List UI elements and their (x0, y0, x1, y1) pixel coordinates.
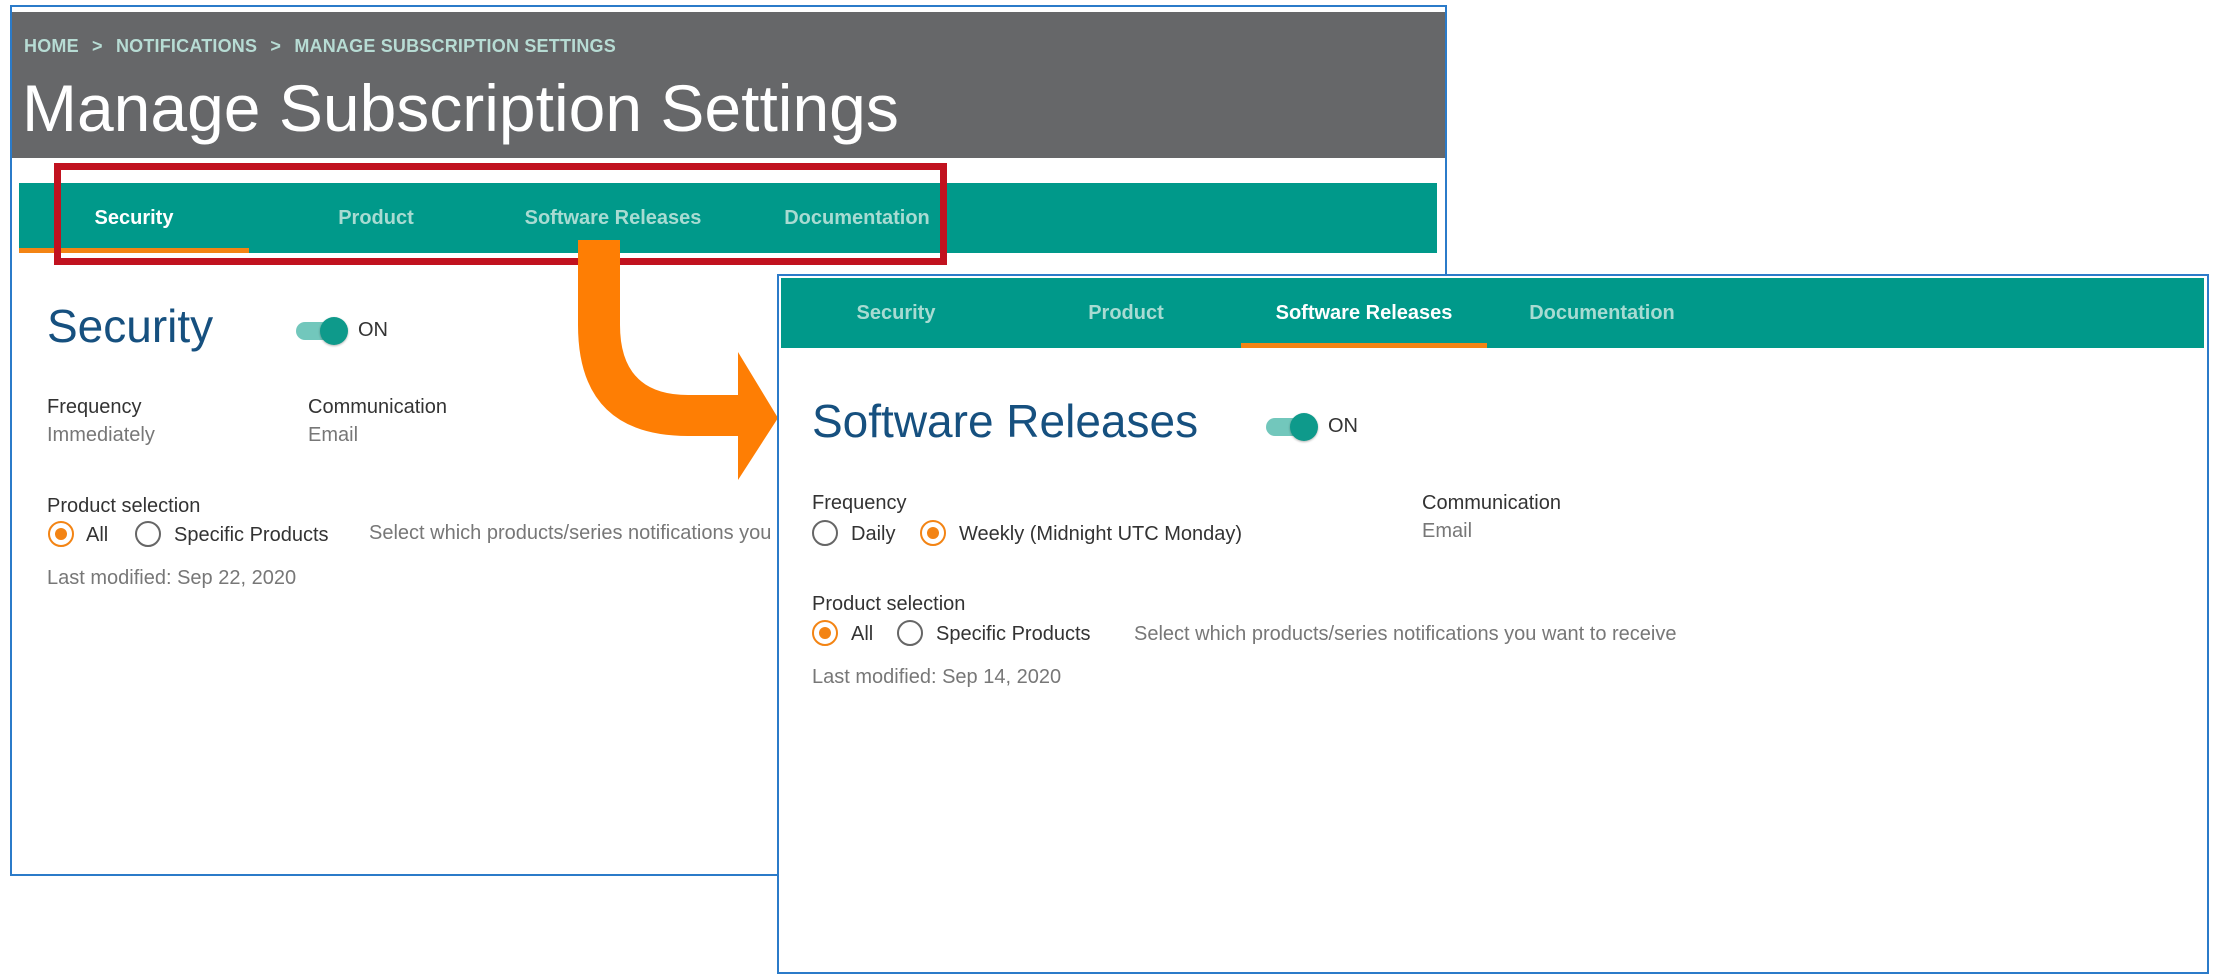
tab-bar: Security Product Software Releases Docum… (781, 278, 2204, 348)
software-releases-toggle[interactable] (1264, 413, 1318, 441)
communication-label: Communication (1422, 492, 1561, 514)
radio-daily-label: Daily (851, 523, 896, 545)
product-hint: Select which products/series notificatio… (1134, 623, 1677, 645)
product-hint: Select which products/series notificatio… (369, 522, 779, 544)
radio-specific-label: Specific Products (936, 623, 1091, 645)
section-title: Security (47, 300, 214, 352)
radio-all-label: All (851, 623, 874, 645)
tabs-highlight-box (54, 163, 947, 265)
communication-value: Email (1422, 520, 1473, 542)
frequency-label: Frequency (812, 492, 907, 514)
breadcrumb: HOME > NOTIFICATIONS > MANAGE SUBSCRIPTI… (24, 36, 624, 57)
frequency-value: Immediately (47, 424, 155, 446)
radio-specific-label: Specific Products (174, 524, 329, 546)
section-title: Software Releases (812, 395, 1199, 447)
security-toggle[interactable] (294, 317, 348, 345)
page-title: Manage Subscription Settings (22, 71, 899, 145)
breadcrumb-current[interactable]: MANAGE SUBSCRIPTION SETTINGS (294, 36, 616, 56)
toggle-label: ON (1328, 415, 1358, 437)
radio-all[interactable] (48, 521, 74, 547)
radio-specific-products[interactable] (135, 521, 161, 547)
product-selection-label: Product selection (47, 495, 201, 517)
radio-specific-products[interactable] (897, 620, 923, 646)
communication-label: Communication (308, 396, 447, 418)
radio-weekly-label: Weekly (Midnight UTC Monday) (959, 523, 1243, 545)
last-modified: Last modified: Sep 14, 2020 (812, 666, 1062, 688)
communication-value: Email (308, 424, 359, 446)
radio-all-label: All (86, 524, 109, 546)
breadcrumb-home[interactable]: HOME (24, 36, 79, 56)
hint-clip: Select which products/series notificatio… (369, 519, 779, 549)
product-selection-label: Product selection (812, 593, 966, 615)
breadcrumb-notifications[interactable]: NOTIFICATIONS (116, 36, 257, 56)
tab-security[interactable]: Security (781, 278, 1011, 348)
radio-daily[interactable] (812, 520, 838, 546)
radio-weekly[interactable] (920, 520, 946, 546)
breadcrumb-separator: > (270, 36, 282, 56)
toggle-knob (1290, 413, 1318, 441)
page-header: HOME > NOTIFICATIONS > MANAGE SUBSCRIPTI… (12, 12, 1445, 158)
frequency-label: Frequency (47, 396, 142, 418)
toggle-knob (320, 317, 348, 345)
orange-arrow-icon (578, 240, 778, 480)
radio-all[interactable] (812, 620, 838, 646)
tab-software-releases[interactable]: Software Releases (1241, 278, 1487, 348)
front-window: Security Product Software Releases Docum… (777, 274, 2209, 974)
last-modified: Last modified: Sep 22, 2020 (47, 567, 297, 589)
tab-product[interactable]: Product (1011, 278, 1241, 348)
tab-documentation[interactable]: Documentation (1487, 278, 1717, 348)
toggle-label: ON (358, 319, 388, 341)
breadcrumb-separator: > (92, 36, 103, 56)
